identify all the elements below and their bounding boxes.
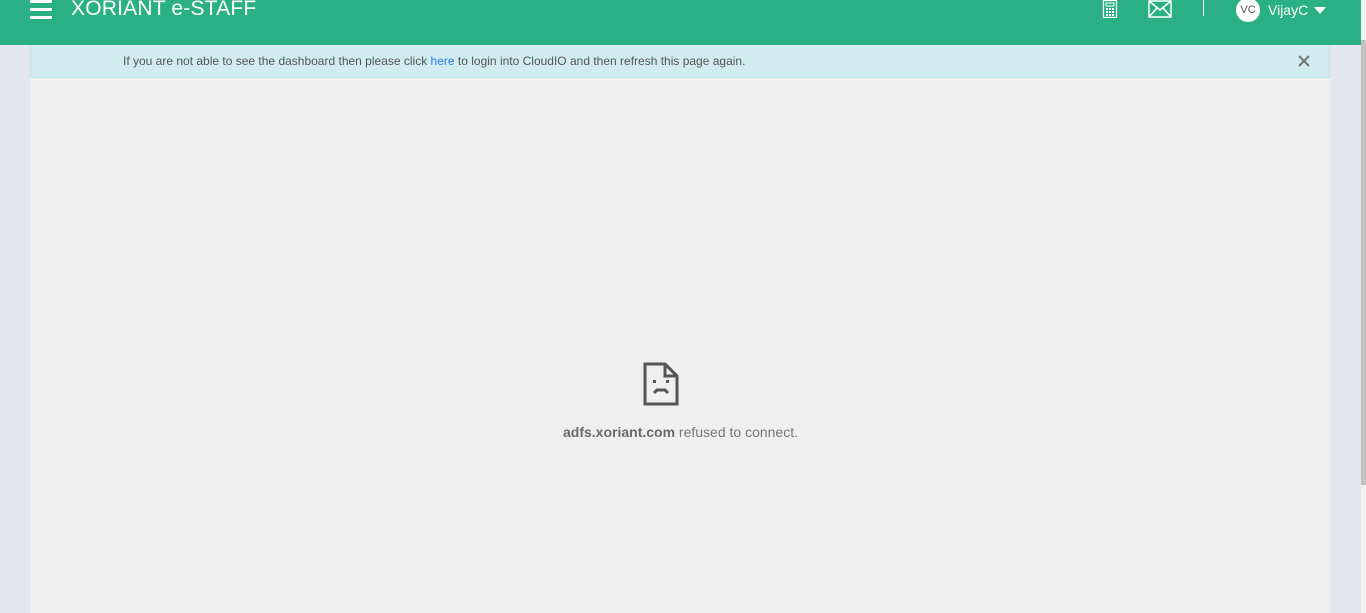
- info-alert: If you are not able to see the dashboard…: [30, 45, 1330, 78]
- error-message: adfs.xoriant.com refused to connect.: [30, 424, 1331, 440]
- user-menu[interactable]: VC VijayC: [1236, 0, 1327, 22]
- alert-text-before: If you are not able to see the dashboard…: [123, 54, 431, 68]
- username: VijayC: [1268, 2, 1309, 18]
- close-icon[interactable]: [1297, 54, 1311, 68]
- scrollbar[interactable]: [1361, 0, 1366, 613]
- alert-text-after: to login into CloudIO and then refresh t…: [454, 54, 746, 68]
- mail-icon[interactable]: [1148, 0, 1172, 18]
- dashboard-frame: adfs.xoriant.com refused to connect.: [30, 78, 1331, 613]
- scrollbar-thumb[interactable]: [1361, 40, 1366, 485]
- alert-message: If you are not able to see the dashboard…: [123, 54, 745, 68]
- avatar: VC: [1236, 0, 1260, 22]
- header-divider: [1203, 0, 1204, 16]
- error-text: refused to connect.: [675, 424, 798, 440]
- top-navigation-bar: XORIANT e-STAFF VC VijayC: [0, 0, 1361, 45]
- chevron-down-icon: [1314, 6, 1327, 14]
- alert-login-link[interactable]: here: [431, 54, 455, 68]
- sad-page-icon: [643, 362, 679, 406]
- menu-icon[interactable]: [30, 0, 52, 20]
- app-title: XORIANT e-STAFF: [71, 0, 257, 20]
- calculator-icon[interactable]: [1102, 0, 1118, 18]
- error-host: adfs.xoriant.com: [563, 424, 676, 440]
